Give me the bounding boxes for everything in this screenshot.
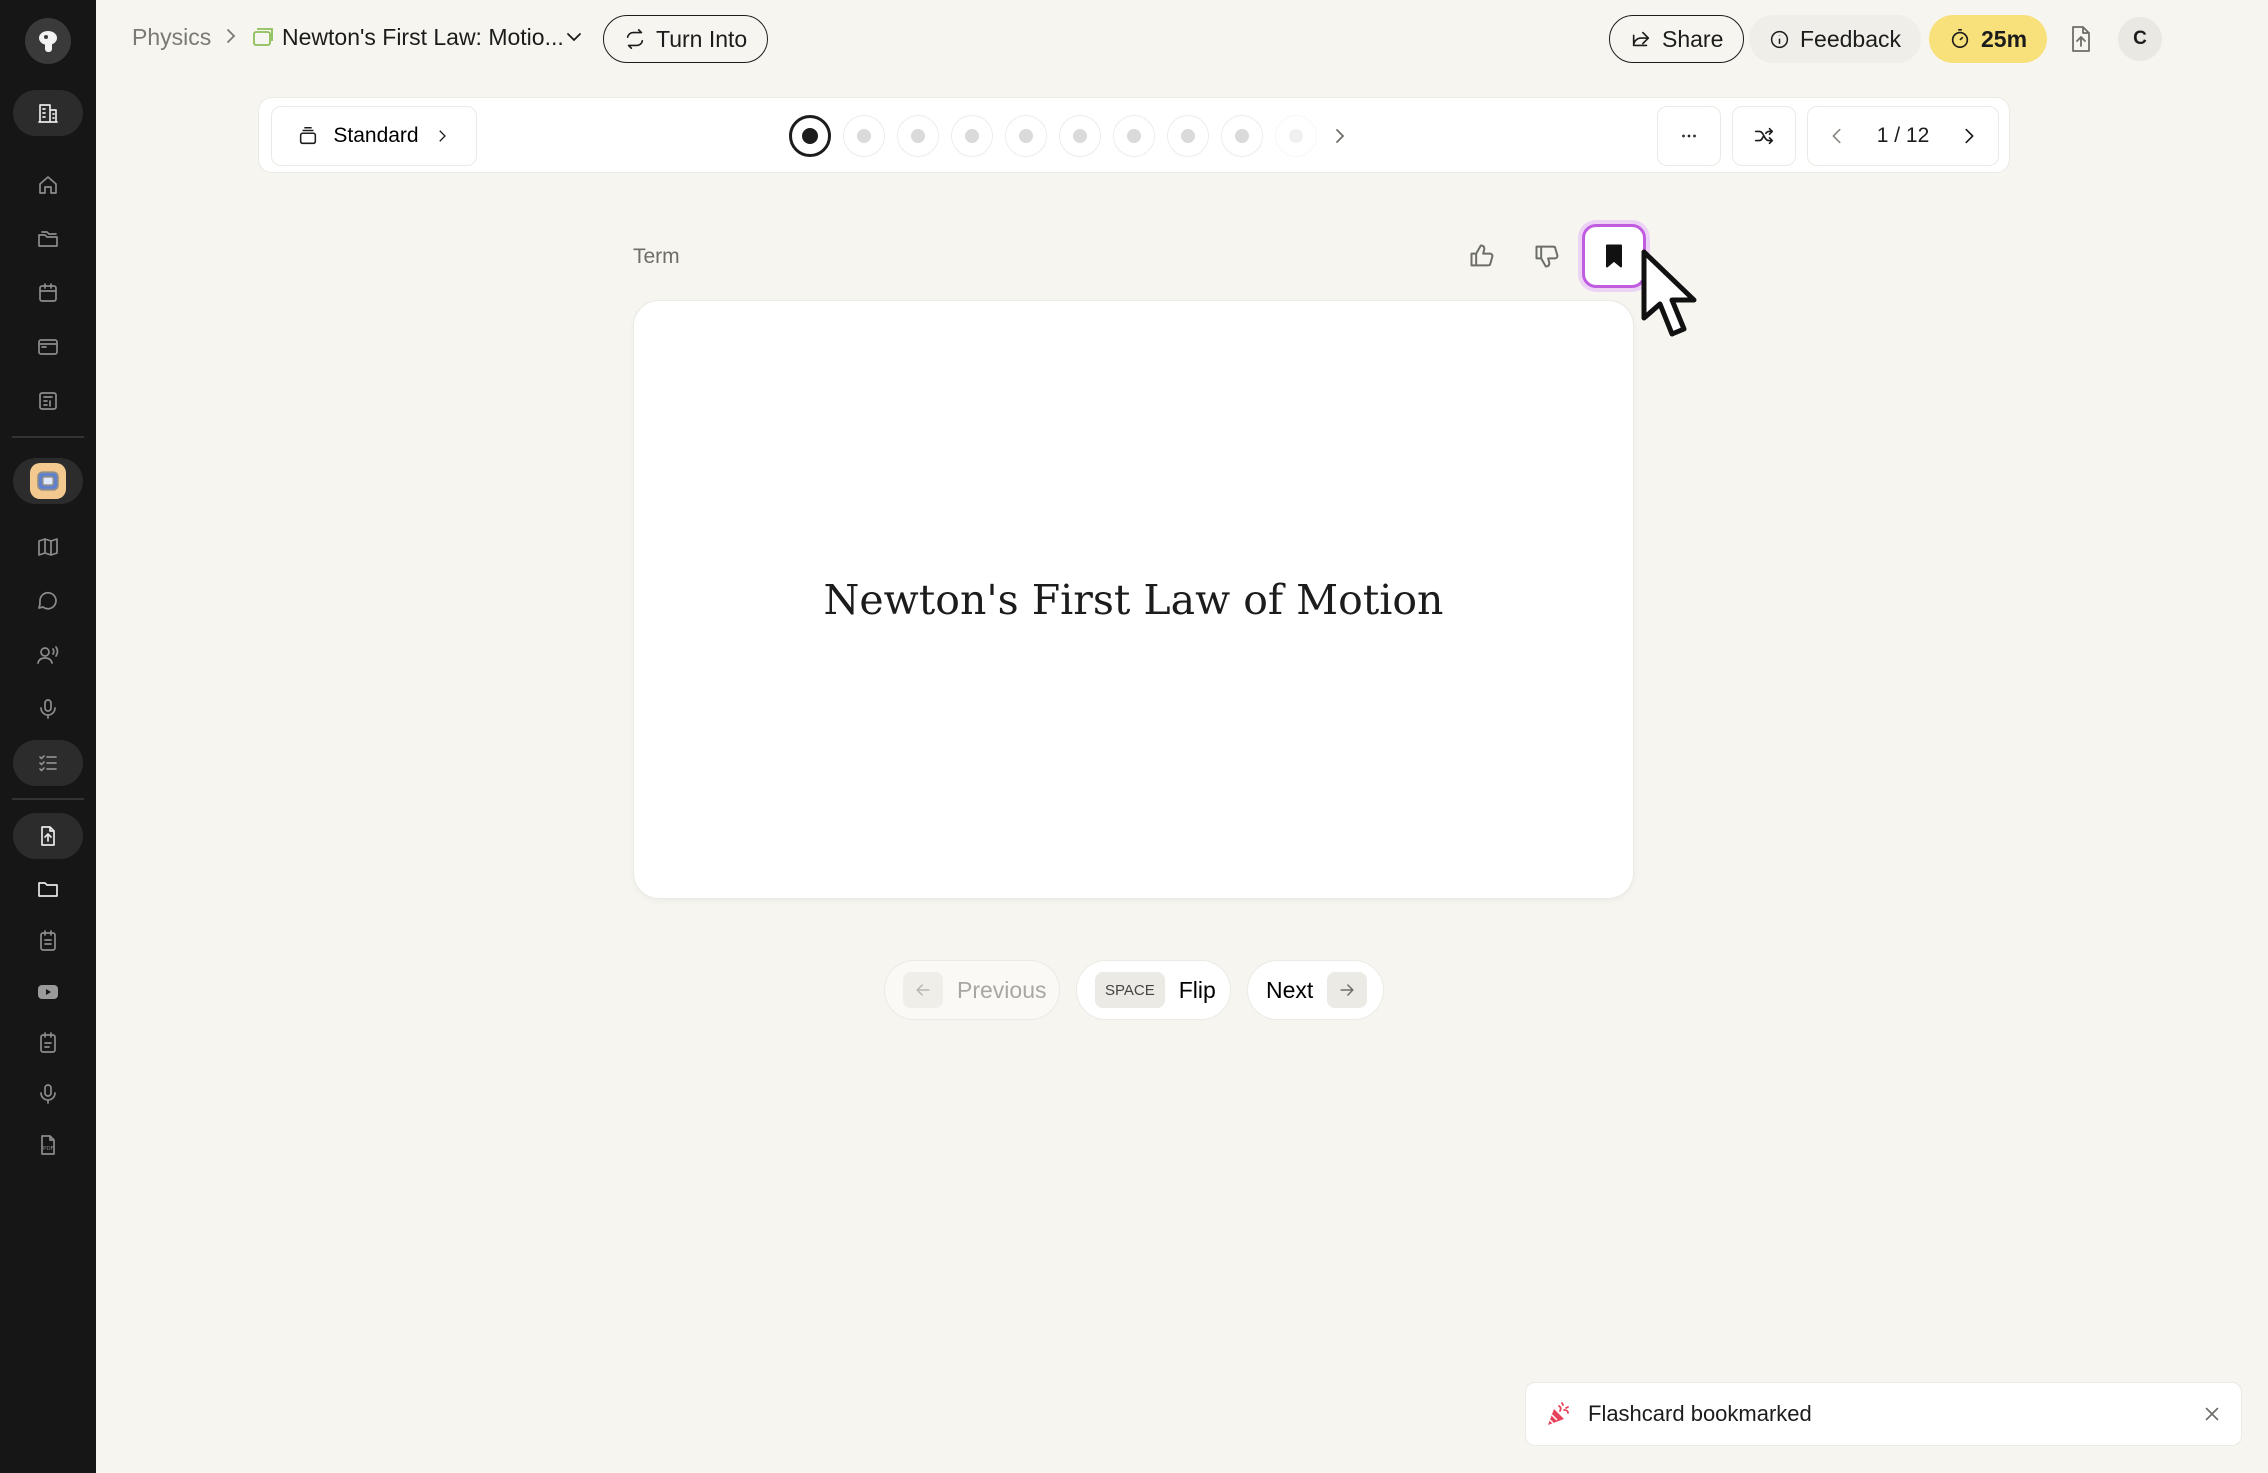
page-indicator: 1 / 12 bbox=[1876, 124, 1930, 147]
flashcards-icon bbox=[253, 28, 273, 46]
library-icon[interactable] bbox=[13, 378, 83, 424]
progress-dot[interactable] bbox=[1275, 115, 1317, 157]
arrow-left-icon bbox=[916, 984, 930, 996]
more-icon bbox=[1682, 134, 1696, 138]
card-side-label: Term bbox=[633, 245, 680, 268]
progress-dot[interactable] bbox=[1059, 115, 1101, 157]
checklist-icon[interactable] bbox=[13, 740, 83, 786]
chevron-right-icon[interactable] bbox=[1958, 125, 1980, 147]
progress-dot[interactable] bbox=[1167, 115, 1209, 157]
share-button[interactable]: Share bbox=[1609, 15, 1745, 63]
share-icon bbox=[1632, 31, 1650, 47]
right-arrow-key bbox=[1327, 972, 1368, 1008]
chevron-right-icon bbox=[438, 130, 446, 142]
upload-file-icon[interactable] bbox=[13, 813, 83, 859]
breadcrumb-title[interactable]: Newton's First Law: Motio... bbox=[282, 24, 564, 51]
progress-dot[interactable] bbox=[1005, 115, 1047, 157]
avatar[interactable]: C bbox=[2118, 17, 2162, 61]
chevron-right-icon[interactable] bbox=[1330, 126, 1350, 146]
mode-selector-button[interactable]: Standard bbox=[271, 106, 477, 166]
progress-dot[interactable] bbox=[1221, 115, 1263, 157]
shuffle-button[interactable] bbox=[1732, 106, 1796, 166]
svg-text:PDF: PDF bbox=[43, 1146, 54, 1152]
chevron-left-icon[interactable] bbox=[1826, 125, 1848, 147]
thumbs-up-icon bbox=[1470, 244, 1494, 267]
more-options-button[interactable] bbox=[1657, 106, 1721, 166]
feedback-button[interactable]: Feedback bbox=[1749, 15, 1922, 63]
chevron-right-icon bbox=[227, 29, 236, 43]
turn-into-label: Turn Into bbox=[656, 25, 748, 52]
stack-icon bbox=[300, 126, 317, 145]
thumbs-down-icon bbox=[1535, 245, 1559, 268]
progress-dot[interactable] bbox=[1113, 115, 1155, 157]
timer-label: 25m bbox=[1981, 25, 2028, 52]
bookmark-icon bbox=[1606, 244, 1622, 268]
card-pager: 1 / 12 bbox=[1807, 106, 1999, 166]
shuffle-icon bbox=[1754, 127, 1774, 145]
progress-dot[interactable] bbox=[789, 115, 831, 157]
share-label: Share bbox=[1662, 25, 1724, 52]
mode-label: Standard bbox=[333, 124, 419, 147]
voice-chat-icon[interactable] bbox=[13, 632, 83, 678]
sidebar-divider bbox=[12, 798, 84, 800]
progress-dot[interactable] bbox=[897, 115, 939, 157]
flashcard[interactable]: Newton's First Law of Motion bbox=[633, 300, 1634, 899]
audio-icon[interactable] bbox=[13, 1071, 83, 1117]
convert-icon bbox=[626, 29, 644, 49]
progress-dot[interactable] bbox=[951, 115, 993, 157]
feedback-label: Feedback bbox=[1800, 25, 1902, 52]
info-icon bbox=[1770, 30, 1789, 48]
chevron-down-icon[interactable] bbox=[565, 30, 583, 44]
map-icon[interactable] bbox=[13, 524, 83, 570]
youtube-icon[interactable] bbox=[13, 969, 83, 1015]
chat-icon[interactable] bbox=[13, 578, 83, 624]
space-key: SPACE bbox=[1095, 972, 1165, 1008]
calendar-icon[interactable] bbox=[13, 270, 83, 316]
flip-label: Flip bbox=[1178, 976, 1216, 1003]
party-popper-icon bbox=[1548, 1402, 1569, 1425]
logo-icon[interactable] bbox=[25, 18, 71, 64]
pdf-icon[interactable]: PDF bbox=[13, 1122, 83, 1168]
timer-icon bbox=[1951, 29, 1969, 49]
next-label: Next bbox=[1266, 976, 1314, 1003]
toast-message: Flashcard bookmarked bbox=[1588, 1401, 1812, 1426]
mouse-cursor-icon bbox=[1641, 249, 1697, 337]
turn-into-button[interactable]: Turn Into bbox=[603, 15, 769, 63]
timer-button[interactable]: 25m bbox=[1929, 15, 2048, 63]
folder-icon[interactable] bbox=[13, 866, 83, 912]
notes-icon[interactable] bbox=[13, 918, 83, 964]
folders-icon[interactable] bbox=[13, 216, 83, 262]
breadcrumb-parent[interactable]: Physics bbox=[132, 24, 211, 51]
flashcard-toolbar: Standard 1 / 12 bbox=[258, 97, 2010, 173]
left-arrow-key bbox=[903, 972, 943, 1008]
arrow-right-icon bbox=[1340, 984, 1354, 996]
space-icon[interactable] bbox=[13, 458, 83, 504]
toast-notification: Flashcard bookmarked bbox=[1525, 1382, 2242, 1446]
flip-button[interactable]: SPACE Flip bbox=[1076, 960, 1231, 1020]
mic-icon[interactable] bbox=[13, 686, 83, 732]
previous-button[interactable]: Previous bbox=[884, 960, 1060, 1020]
home-icon[interactable] bbox=[13, 162, 83, 208]
browser-icon[interactable] bbox=[13, 324, 83, 370]
progress-dot[interactable] bbox=[843, 115, 885, 157]
bookmark-button[interactable] bbox=[1582, 224, 1646, 288]
export-icon[interactable] bbox=[2068, 25, 2094, 53]
close-icon[interactable] bbox=[2201, 1403, 2223, 1425]
next-button[interactable]: Next bbox=[1247, 960, 1384, 1020]
building-icon[interactable] bbox=[13, 90, 83, 136]
flashcard-term: Newton's First Law of Motion bbox=[823, 575, 1444, 624]
previous-label: Previous bbox=[957, 976, 1047, 1003]
document-icon[interactable] bbox=[13, 1020, 83, 1066]
card-progress-dots bbox=[789, 115, 1317, 157]
thumbs-down-button[interactable] bbox=[1519, 228, 1575, 284]
sidebar: PDF bbox=[0, 0, 96, 1473]
thumbs-up-button[interactable] bbox=[1454, 228, 1510, 284]
sidebar-divider bbox=[12, 436, 84, 438]
